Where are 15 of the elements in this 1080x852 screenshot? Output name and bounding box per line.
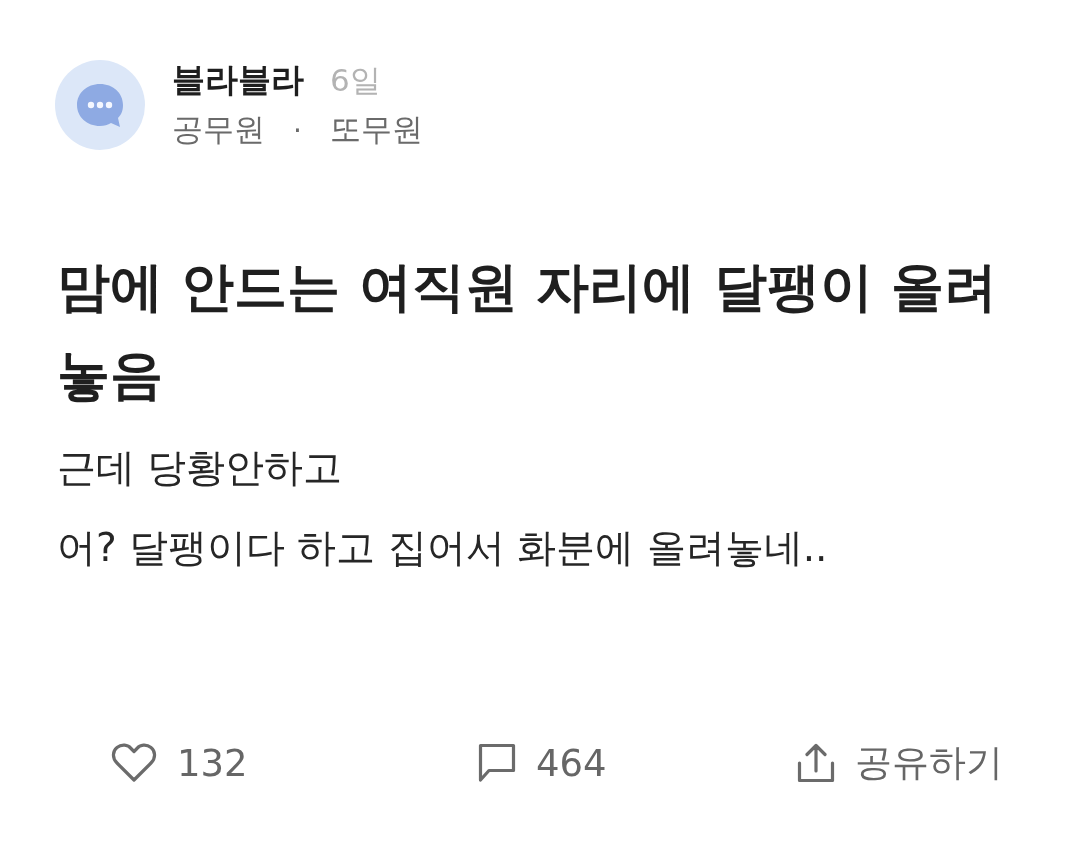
company-name: 공무원	[172, 110, 265, 149]
share-button[interactable]: 공유하기	[797, 738, 1003, 788]
like-button[interactable]: 132	[111, 738, 248, 788]
post-time: 6일	[330, 61, 381, 100]
author-name[interactable]: 블라블라	[172, 58, 304, 103]
heart-icon	[111, 743, 157, 783]
chat-bubble-avatar-icon	[55, 59, 145, 150]
post-title: 맘에 안드는 여직원 자리에 달팽이 올려놓음	[57, 255, 999, 407]
comment-button[interactable]: 464	[478, 738, 607, 788]
author-nickname: 또무원	[329, 110, 423, 149]
separator-dot: ·	[293, 113, 302, 147]
post-body-line: 어? 달팽이다 하고 집어서 화분에 올려놓네..	[57, 524, 829, 572]
post-body-line: 근데 당황안하고	[57, 444, 344, 492]
share-icon	[797, 743, 835, 783]
comment-icon	[478, 743, 516, 783]
